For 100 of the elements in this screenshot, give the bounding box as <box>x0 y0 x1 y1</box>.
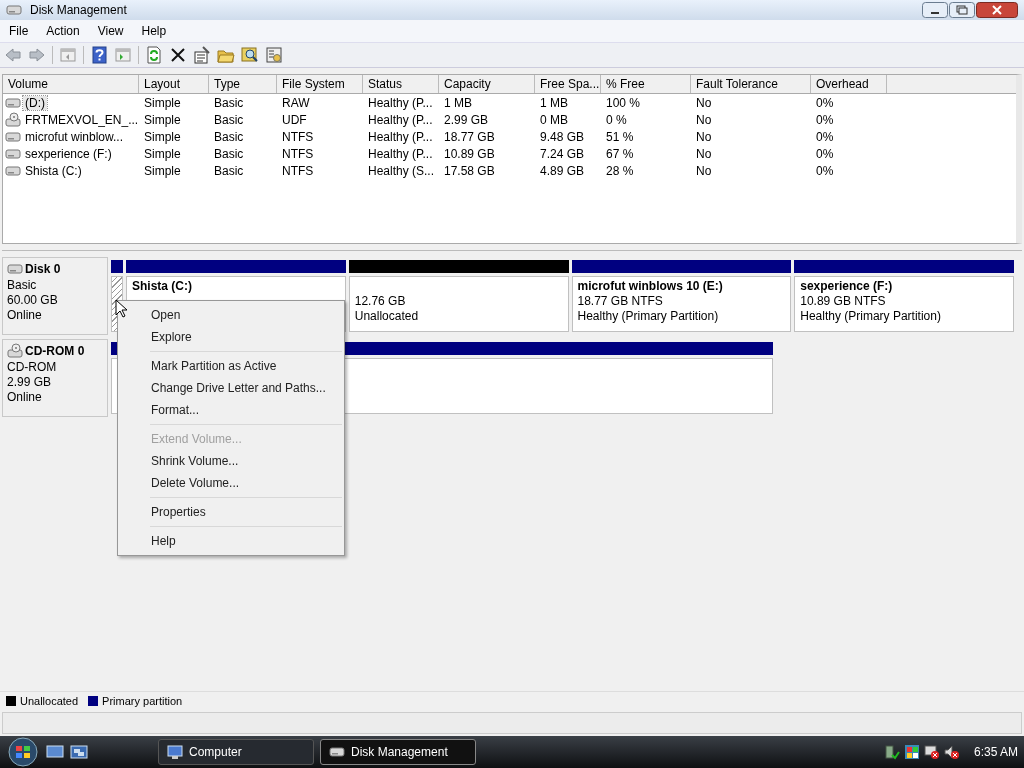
table-cell-text: Simple <box>143 112 182 127</box>
table-cell-text: No <box>695 129 713 144</box>
table-cell-text: Basic <box>213 112 245 127</box>
taskbar-button[interactable]: Disk Management <box>320 739 476 765</box>
table-cell-text: Basic <box>213 95 245 110</box>
table-cell-text: Basic <box>213 146 245 161</box>
disk-info: Basic <box>7 278 38 292</box>
table-cell-text: 4.89 GB <box>539 163 586 178</box>
column-header[interactable]: Free Spa... <box>535 75 601 93</box>
disk-management-icon <box>6 2 22 18</box>
cd-drive-icon <box>5 111 21 128</box>
properties-icon[interactable] <box>193 46 211 64</box>
legend-label: Primary partition <box>102 695 183 707</box>
table-cell-text: RAW <box>281 95 311 110</box>
table-cell-text: 0% <box>815 146 835 161</box>
mouse-pointer-icon <box>115 299 127 318</box>
column-header[interactable]: Overhead <box>811 75 887 93</box>
help-icon[interactable] <box>90 46 108 64</box>
settings-icon[interactable] <box>265 46 283 64</box>
table-cell-text: 0% <box>815 112 835 127</box>
table-cell-text: 2.99 GB <box>443 112 490 127</box>
table-cell-text: NTFS <box>281 163 315 178</box>
table-cell-text: Healthy (S... <box>367 163 436 178</box>
maximize-button[interactable] <box>949 2 975 18</box>
partition-size: 10.89 GB NTFS <box>800 294 887 308</box>
disk-name: CD-ROM 0 <box>25 344 85 358</box>
disk-info: Online <box>7 308 43 322</box>
column-header[interactable]: Volume <box>3 75 139 93</box>
table-cell-text: Simple <box>143 129 182 144</box>
partition-size: 18.77 GB NTFS <box>577 294 664 308</box>
refresh-icon[interactable] <box>145 46 163 64</box>
menu-item[interactable]: File <box>0 22 38 40</box>
close-button[interactable] <box>976 2 1018 18</box>
volume-name[interactable]: Shista (C:) <box>23 163 84 178</box>
partition-name: Shista (C:) <box>132 279 193 293</box>
computer-icon <box>167 744 183 760</box>
partition-status: Healthy (Primary Partition) <box>800 309 942 323</box>
table-cell-text: NTFS <box>281 129 315 144</box>
network-error-icon[interactable] <box>923 744 940 760</box>
network-icon[interactable] <box>883 744 900 760</box>
table-cell-text: 0 % <box>605 112 628 127</box>
column-header[interactable]: Fault Tolerance <box>691 75 811 93</box>
partition-size: 12.76 GB <box>354 294 407 308</box>
table-cell-text: 10.89 GB <box>443 146 496 161</box>
column-header[interactable]: Layout <box>139 75 209 93</box>
table-cell-text: 17.58 GB <box>443 163 496 178</box>
table-cell-text: No <box>695 95 713 110</box>
taskbar-button[interactable]: Computer <box>158 739 314 765</box>
unallocated-space[interactable]: 12.76 GB Unallocated <box>348 276 569 332</box>
menu-item[interactable]: Properties <box>118 501 344 523</box>
table-cell-text: Basic <box>213 129 245 144</box>
security-icon[interactable] <box>903 744 920 760</box>
table-cell-text: 0% <box>815 129 835 144</box>
volume-name[interactable]: microfut winblow... <box>23 129 126 144</box>
disk-info: 2.99 GB <box>7 375 53 389</box>
partition[interactable]: sexperience (F:) 10.89 GB NTFS Healthy (Primary Partition) <box>794 276 1014 332</box>
minimize-button[interactable] <box>922 2 948 18</box>
partition-status: Unallocated <box>354 309 420 323</box>
partition[interactable]: microfut winblows 10 (E:) 18.77 GB NTFS Healthy (Primary Partition) <box>571 276 792 332</box>
drive-icon <box>329 744 345 760</box>
table-cell-text: 1 MB <box>443 95 473 110</box>
table-cell-text: 18.77 GB <box>443 129 496 144</box>
column-header[interactable]: Type <box>209 75 277 93</box>
search-icon[interactable] <box>241 46 259 64</box>
start-button[interactable] <box>6 737 40 767</box>
partition-status: Healthy (Primary Partition) <box>577 309 720 323</box>
disk-info: Online <box>7 390 43 404</box>
table-cell-text: Basic <box>213 163 245 178</box>
clock[interactable]: 6:35 AM <box>973 745 1018 759</box>
window-switch-icon[interactable] <box>70 744 88 760</box>
column-header[interactable]: File System <box>277 75 363 93</box>
column-header[interactable]: % Free <box>601 75 691 93</box>
partition-bar <box>111 260 123 273</box>
delete-icon[interactable] <box>169 46 187 64</box>
table-cell-text: Simple <box>143 163 182 178</box>
menu-item[interactable]: Shrink Volume... <box>118 450 344 472</box>
legend-label: Unallocated <box>20 695 79 707</box>
table-cell-text: 100 % <box>605 95 642 110</box>
volume-name[interactable]: FRTMEXVOL_EN_... <box>23 112 141 127</box>
drive-icon <box>7 261 23 277</box>
volume-name[interactable]: (D:) <box>23 95 47 110</box>
desktop-icon[interactable] <box>46 744 64 760</box>
menu-item[interactable]: Mark Partition as Active <box>118 355 344 377</box>
table-cell-text: 1 MB <box>539 95 569 110</box>
menu-item[interactable]: Format... <box>118 399 344 421</box>
menu-item[interactable]: Action <box>37 22 89 40</box>
menu-item[interactable]: Explore <box>118 326 344 348</box>
column-header[interactable]: Status <box>363 75 439 93</box>
column-header[interactable]: Capacity <box>439 75 535 93</box>
menu-item[interactable]: View <box>88 22 133 40</box>
volume-name[interactable]: sexperience (F:) <box>23 146 114 161</box>
menu-item[interactable]: Help <box>118 530 344 552</box>
menu-item[interactable]: Help <box>132 22 176 40</box>
menu-item[interactable]: Change Drive Letter and Paths... <box>118 377 344 399</box>
table-cell-text: No <box>695 163 713 178</box>
disk-info: 60.00 GB <box>7 293 59 307</box>
volume-muted-icon[interactable] <box>943 744 960 760</box>
menu-item[interactable]: Delete Volume... <box>118 472 344 494</box>
partition-name: microfut winblows 10 (E:) <box>577 279 724 293</box>
disk-info: CD-ROM <box>7 360 58 374</box>
